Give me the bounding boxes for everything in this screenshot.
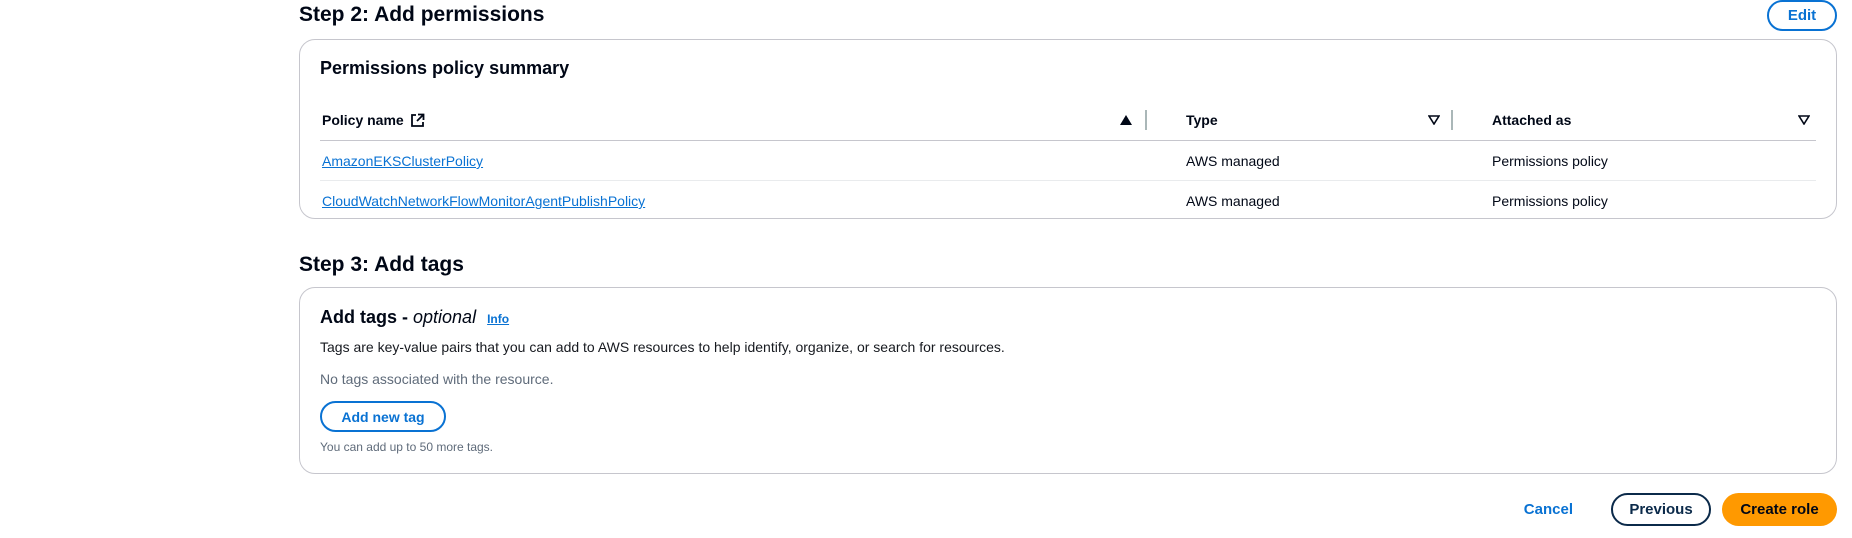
sort-ascending-icon[interactable] <box>1120 99 1132 141</box>
edit-permissions-button[interactable]: Edit <box>1767 0 1837 31</box>
column-header-attached-as[interactable]: Attached as <box>1492 99 1571 141</box>
tags-panel-title: Add tags - optional Info <box>320 307 509 328</box>
tags-description: Tags are key-value pairs that you can ad… <box>320 339 1005 355</box>
column-label-type: Type <box>1186 112 1218 128</box>
create-role-button[interactable]: Create role <box>1722 493 1837 526</box>
column-header-type[interactable]: Type <box>1186 99 1218 141</box>
column-label-attached-as: Attached as <box>1492 112 1572 128</box>
external-link-icon <box>410 113 425 128</box>
policy-attached-as: Permissions policy <box>1492 153 1608 169</box>
policy-attached-as: Permissions policy <box>1492 193 1608 209</box>
info-link[interactable]: Info <box>487 312 509 326</box>
column-resizer[interactable] <box>1145 110 1147 130</box>
add-tags-panel: Add tags - optional Info Tags are key-va… <box>299 287 1837 474</box>
step2-title: Step 2: Add permissions <box>299 3 545 26</box>
sort-icon[interactable] <box>1428 99 1440 141</box>
policy-type: AWS managed <box>1186 153 1280 169</box>
permissions-table: Policy name Type Attached as AmazonEKSCl… <box>320 99 1816 221</box>
permissions-policy-summary-panel: Permissions policy summary Policy name T… <box>299 39 1837 219</box>
review-page: Step 2: Add permissions Edit Permissions… <box>299 0 1837 526</box>
tags-title-optional: optional <box>413 307 477 327</box>
previous-button[interactable]: Previous <box>1611 493 1711 526</box>
policy-link[interactable]: CloudWatchNetworkFlowMonitorAgentPublish… <box>322 193 645 209</box>
add-new-tag-button[interactable]: Add new tag <box>320 401 446 432</box>
sort-icon[interactable] <box>1798 99 1810 141</box>
column-header-policy-name[interactable]: Policy name <box>322 99 425 141</box>
no-tags-text: No tags associated with the resource. <box>320 371 554 387</box>
tags-title-text: Add tags - <box>320 307 408 327</box>
permissions-panel-title: Permissions policy summary <box>320 58 570 78</box>
column-resizer[interactable] <box>1451 110 1453 130</box>
policy-type: AWS managed <box>1186 193 1280 209</box>
step2-header: Step 2: Add permissions Edit <box>299 0 1837 40</box>
table-row: CloudWatchNetworkFlowMonitorAgentPublish… <box>320 181 1816 221</box>
policy-link[interactable]: AmazonEKSClusterPolicy <box>322 153 483 169</box>
table-row: AmazonEKSClusterPolicy AWS managed Permi… <box>320 141 1816 181</box>
tags-limit-hint: You can add up to 50 more tags. <box>320 440 494 454</box>
table-header: Policy name Type Attached as <box>320 99 1816 141</box>
cancel-button[interactable]: Cancel <box>1524 501 1573 518</box>
wizard-footer: Cancel Previous Create role <box>1524 493 1837 526</box>
step3-title: Step 3: Add tags <box>299 253 464 276</box>
column-label-policy-name: Policy name <box>322 112 404 128</box>
